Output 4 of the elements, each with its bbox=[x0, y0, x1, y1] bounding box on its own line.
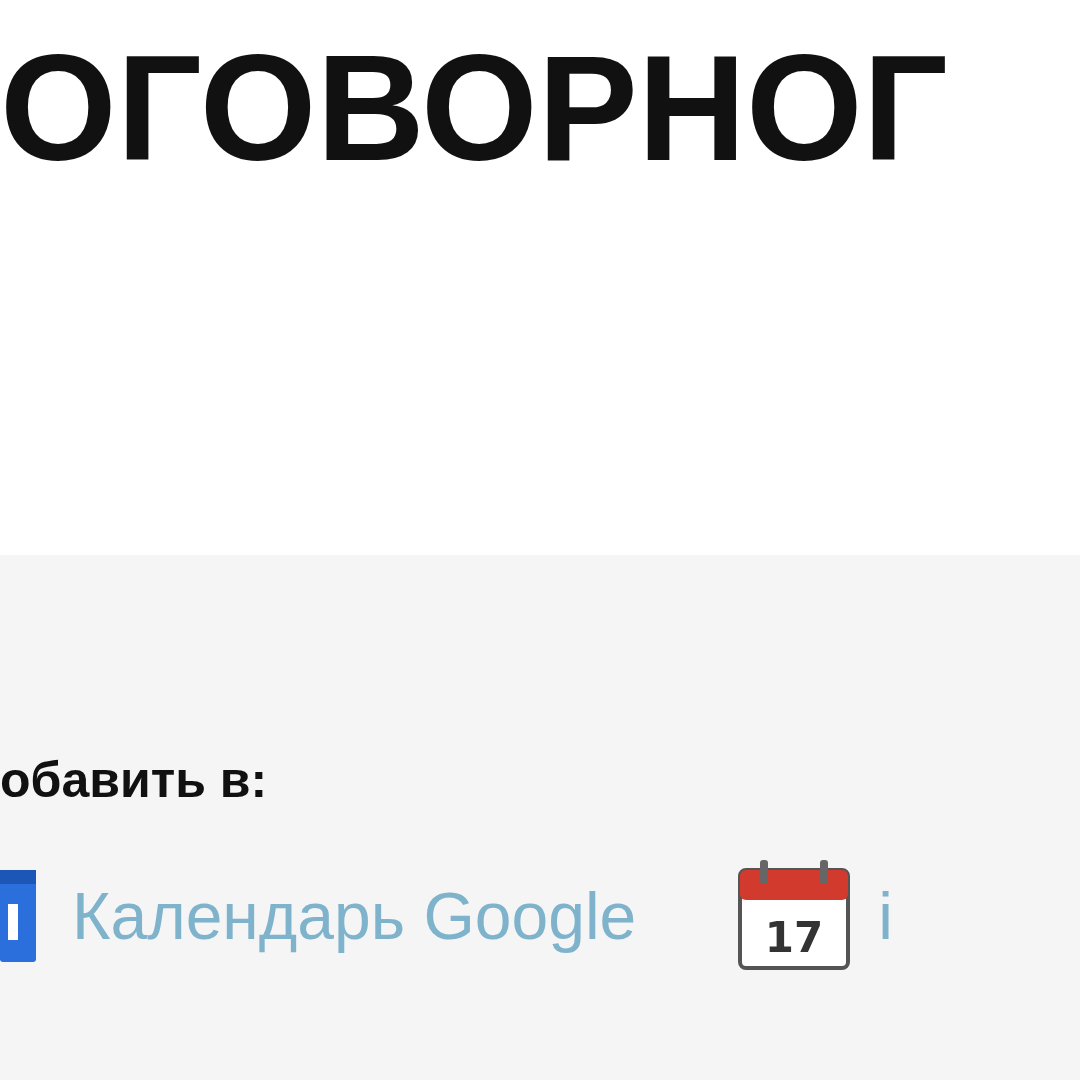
ical-link[interactable]: i bbox=[878, 878, 893, 954]
add-to-label: обавить в: bbox=[0, 751, 269, 810]
page-heading: ОГОВОРНОГ bbox=[0, 23, 949, 188]
google-calendar-link[interactable]: Календарь Google bbox=[72, 878, 637, 954]
